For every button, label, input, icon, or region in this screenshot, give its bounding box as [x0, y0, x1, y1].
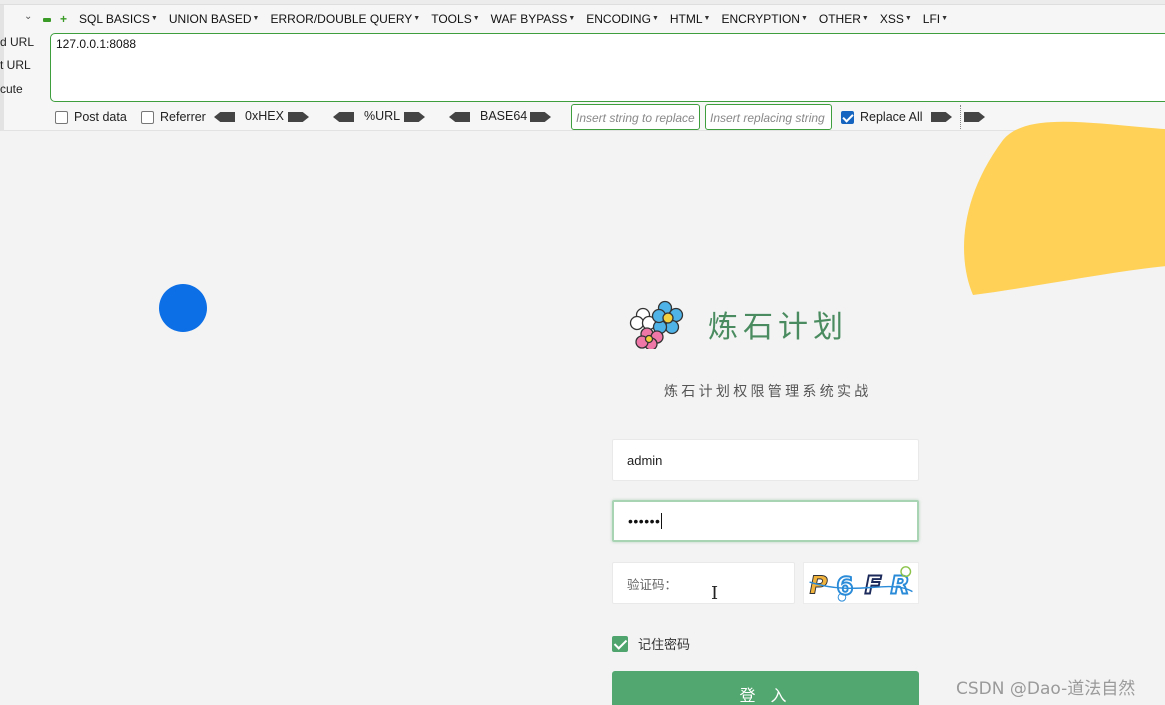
- menu-html[interactable]: HTML ▼: [670, 12, 711, 26]
- base64-decode-arrow-icon[interactable]: [449, 112, 470, 122]
- text-cursor: [661, 513, 663, 529]
- caret-icon: ▼: [651, 15, 659, 22]
- svg-text:R: R: [891, 570, 910, 599]
- menu-tools[interactable]: TOOLS ▼: [431, 12, 479, 26]
- remember-password-toggle[interactable]: 记住密码: [612, 634, 690, 653]
- password-input[interactable]: ••••••: [612, 500, 919, 542]
- menu-lfi[interactable]: LFI ▼: [923, 12, 948, 26]
- url-textarea[interactable]: 127.0.0.1:8088: [50, 33, 1165, 102]
- remember-checkbox[interactable]: [612, 635, 628, 652]
- caret-icon: ▼: [150, 15, 158, 22]
- post-data-checkbox[interactable]: [55, 110, 68, 124]
- username-value: admin: [627, 452, 663, 468]
- caret-icon: ▼: [800, 15, 808, 22]
- load-url-button[interactable]: d URL: [0, 35, 34, 49]
- username-input[interactable]: admin: [612, 439, 919, 481]
- caret-icon: ▼: [568, 15, 576, 22]
- captcha-placeholder: 验证码：: [627, 576, 678, 592]
- caret-icon: ▼: [904, 15, 912, 22]
- caret-icon: ▼: [941, 15, 949, 22]
- replace-all-toggle[interactable]: Replace All: [841, 110, 923, 124]
- brand-title: 炼石计划: [708, 310, 848, 345]
- referrer-toggle[interactable]: Referrer: [141, 110, 206, 124]
- menu-xss[interactable]: XSS ▼: [880, 12, 912, 26]
- hex-encode-arrow-icon[interactable]: [288, 112, 309, 122]
- base64-encode-arrow-icon[interactable]: [530, 112, 551, 122]
- menu-sql-basics[interactable]: SQL BASICS ▼: [79, 12, 158, 26]
- menu-encoding[interactable]: ENCODING ▼: [586, 12, 659, 26]
- hackbar-toolbar: ⌄ + SQL BASICS ▼ UNION BASED ▼ ERROR/DOUBL…: [0, 0, 1165, 131]
- login-button[interactable]: 登 入: [612, 671, 919, 705]
- base64-label: BASE64: [480, 109, 528, 123]
- caret-icon: ▼: [703, 15, 711, 22]
- url-encode-label: %URL: [364, 109, 401, 123]
- url-encode-arrow-icon[interactable]: [404, 112, 425, 122]
- system-subtitle: 炼石计划权限管理系统实战: [664, 384, 872, 400]
- caret-icon: ▼: [472, 15, 480, 22]
- replace-run-arrow-icon[interactable]: [931, 112, 952, 122]
- menu-encryption[interactable]: ENCRYPTION ▼: [721, 12, 807, 26]
- ibeam-cursor-icon: I: [711, 583, 719, 604]
- replace-all-checkbox[interactable]: [841, 110, 854, 124]
- url-value: 127.0.0.1:8088: [56, 37, 137, 51]
- captcha-image[interactable]: P 6 F R: [803, 562, 919, 604]
- caret-icon: ▼: [413, 15, 421, 22]
- menu-waf-bypass[interactable]: WAF BYPASS ▼: [491, 12, 576, 26]
- remember-label: 记住密码: [638, 638, 691, 653]
- referrer-label: Referrer: [160, 110, 206, 124]
- captcha-input[interactable]: 验证码：: [612, 562, 795, 604]
- minus-icon[interactable]: [43, 18, 51, 22]
- find-string-input[interactable]: Insert string to replace: [571, 104, 700, 130]
- collapse-chevron-icon[interactable]: ⌄: [24, 11, 32, 22]
- decorative-blue-dot: [159, 284, 207, 332]
- post-data-toggle[interactable]: Post data: [55, 110, 127, 124]
- menu-error-double-query[interactable]: ERROR/DOUBLE QUERY ▼: [270, 12, 420, 26]
- referrer-checkbox[interactable]: [141, 110, 154, 124]
- post-data-label: Post data: [74, 110, 127, 124]
- password-mask: ••••••: [628, 513, 661, 529]
- decorative-yellow-shape: [964, 121, 1165, 295]
- caret-icon: ▼: [252, 15, 260, 22]
- url-decode-arrow-icon[interactable]: [333, 112, 354, 122]
- menu-union-based[interactable]: UNION BASED ▼: [169, 12, 260, 26]
- caret-icon: ▼: [861, 15, 869, 22]
- svg-text:F: F: [865, 570, 882, 599]
- csdn-watermark: CSDN @Dao-道法自然: [956, 679, 1136, 699]
- hex-decode-arrow-icon[interactable]: [214, 112, 235, 122]
- plus-icon[interactable]: +: [58, 13, 69, 25]
- hackbar-menu: SQL BASICS ▼ UNION BASED ▼ ERROR/DOUBLE QU…: [79, 12, 948, 26]
- browser-top-edge: [0, 0, 1165, 5]
- menu-other[interactable]: OTHER ▼: [819, 12, 869, 26]
- flower-logo-icon: [629, 300, 684, 349]
- replace-string-input[interactable]: Insert replacing string: [705, 104, 832, 130]
- hex-label: 0xHEX: [245, 109, 284, 123]
- execute-button[interactable]: cute: [0, 82, 23, 96]
- split-url-button[interactable]: t URL: [0, 58, 31, 72]
- replace-all-label: Replace All: [860, 110, 923, 124]
